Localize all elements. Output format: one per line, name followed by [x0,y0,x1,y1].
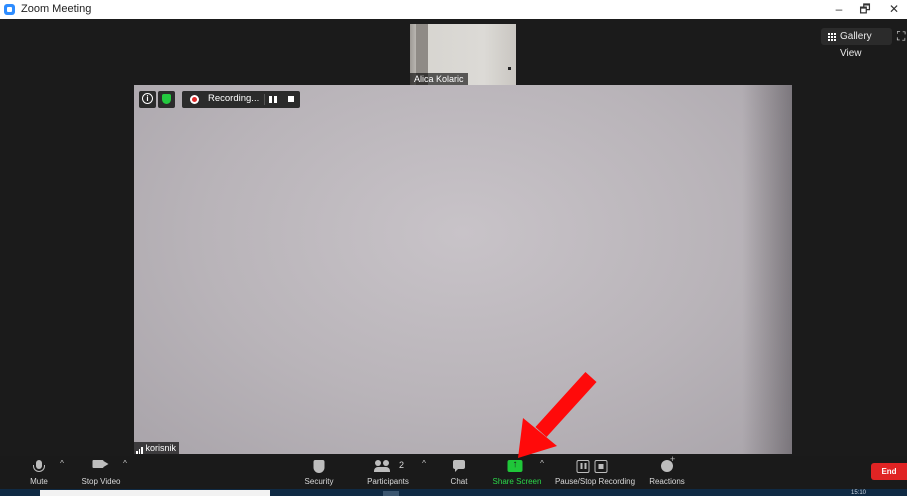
camera-icon [92,460,109,468]
people-icon [374,460,392,472]
signal-icon [136,442,144,454]
chat-icon [453,460,465,472]
audio-options-chevron-icon[interactable]: ^ [58,460,66,468]
share-screen-button[interactable]: Share Screen [490,456,544,489]
info-icon[interactable] [139,91,156,108]
recording-status: Recording... [208,93,260,104]
fullscreen-icon[interactable]: ⛶ [897,30,907,42]
shield-icon[interactable] [158,91,175,108]
smiley-icon [661,454,675,472]
video-options-chevron-icon[interactable]: ^ [121,460,129,468]
main-video-name: korisnik [145,443,177,453]
pause-icon[interactable] [269,96,277,103]
participants-options-chevron-icon[interactable]: ^ [420,460,428,468]
thumbnail-name: Alica Kolaric [410,73,468,85]
meeting-toolbar: Mute ^ Stop Video ^ Security Participant… [0,454,907,489]
taskbar-clock: 15:10 [851,490,867,496]
gallery-view-label: Gallery View [840,31,872,59]
taskbar-app-tile[interactable] [383,491,399,496]
security-button[interactable]: Security [301,456,337,489]
participant-count: 2 [399,460,405,470]
stop-video-label: Stop Video [81,477,121,486]
minimize-button[interactable]: – [826,1,852,17]
stop-video-button[interactable]: Stop Video [76,456,126,489]
main-video [134,85,792,454]
participant-thumbnail[interactable]: Alica Kolaric [410,24,516,85]
os-taskbar: 15:10 [0,489,907,496]
chat-button[interactable]: Chat [446,456,472,489]
gallery-grid-icon [827,32,836,41]
share-screen-label: Share Screen [492,477,542,486]
security-label: Security [304,477,334,486]
participants-button[interactable]: Participants [364,456,412,489]
mute-label: Mute [30,477,48,486]
app-icon [4,4,15,15]
close-button[interactable]: ✕ [881,1,907,17]
share-options-chevron-icon[interactable]: ^ [538,460,546,468]
pause-stop-recording-label: Pause/Stop Recording [554,477,636,486]
taskbar-search-field[interactable] [40,490,270,496]
shield-icon [313,460,325,473]
microphone-icon [33,460,45,472]
main-video-name-label: korisnik [134,442,180,454]
reactions-button[interactable]: Reactions [646,454,688,489]
title-bar: Zoom Meeting – 🗗 ✕ [0,0,907,19]
pause-stop-recording-button[interactable]: Pause/Stop Recording [553,456,637,489]
chat-label: Chat [450,477,468,486]
reactions-label: Reactions [649,477,685,486]
window-title: Zoom Meeting [21,3,92,15]
mute-button[interactable]: Mute [25,456,53,489]
pause-icon [576,460,590,473]
record-icon [190,95,199,104]
end-button[interactable]: End [871,463,907,480]
stop-icon[interactable] [288,96,294,102]
gallery-view-button[interactable]: Gallery View [821,28,892,59]
participants-label: Participants [367,477,409,486]
maximize-button[interactable]: 🗗 [852,1,878,17]
recording-indicator: Recording... [182,91,300,108]
stop-icon [594,460,608,473]
share-arrow-icon [507,459,523,472]
